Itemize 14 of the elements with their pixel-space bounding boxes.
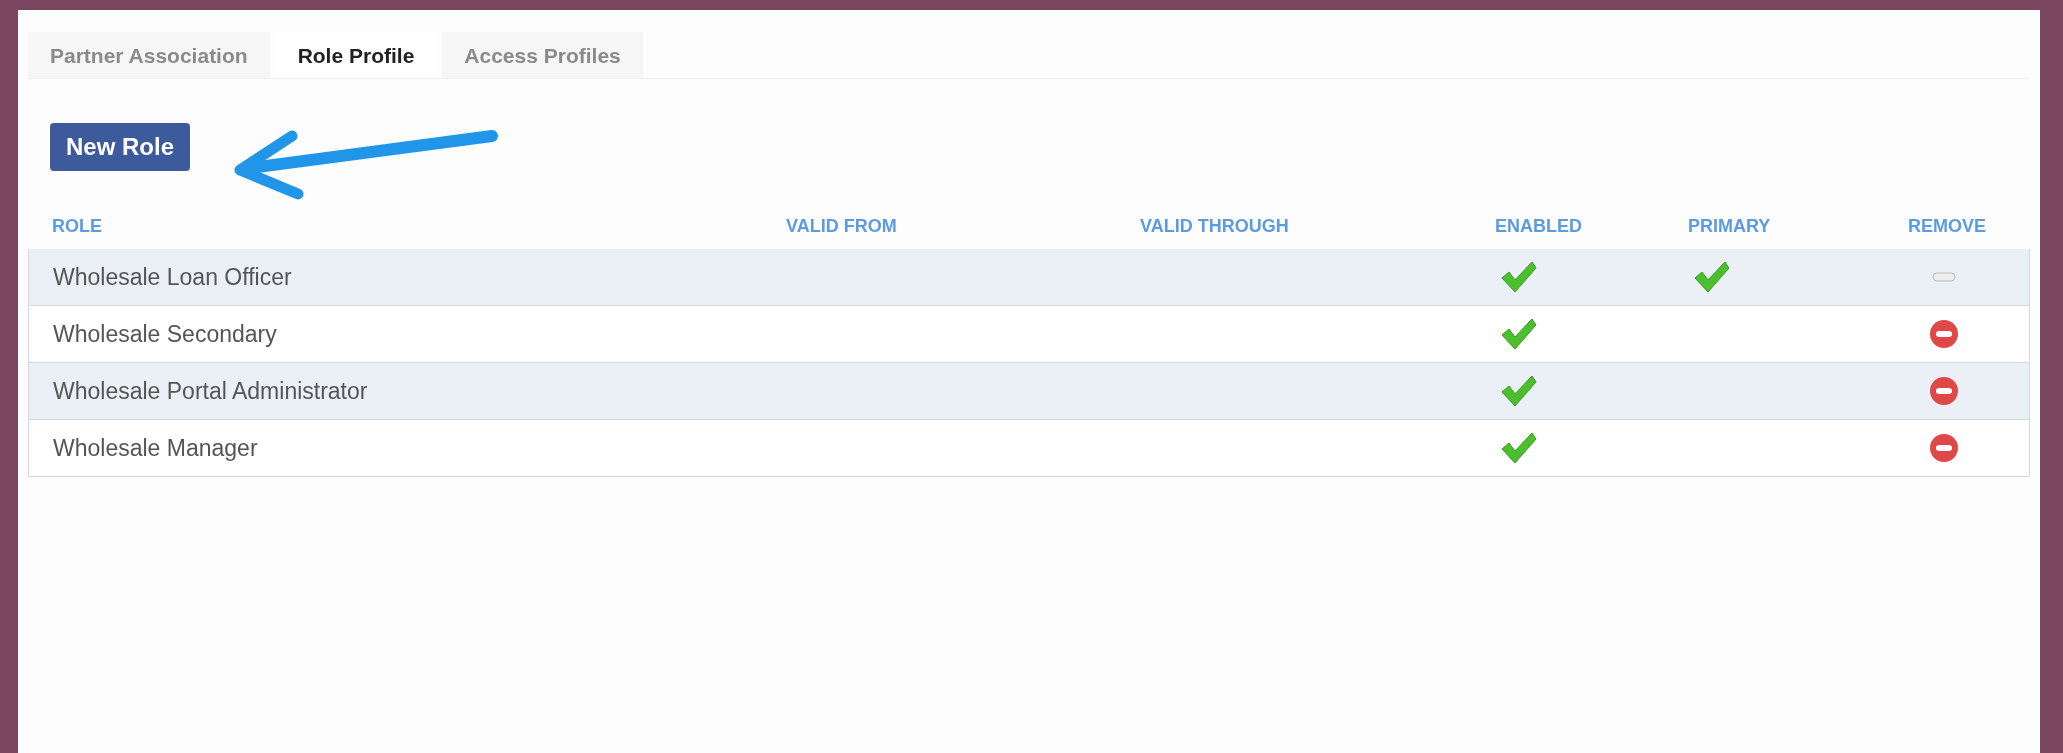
column-header: REMOVE (1907, 215, 1987, 237)
column-header: VALID FROM (785, 215, 898, 237)
column-header: PRIMARY (1687, 215, 1772, 237)
column-header: ENABLED (1494, 215, 1583, 237)
new-role-button[interactable]: New Role (50, 123, 191, 171)
column-header: VALID THROUGH (1139, 215, 1290, 237)
table-cell-text: Wholesale Secondary (52, 320, 278, 348)
remove-icon[interactable] (1929, 376, 1959, 406)
table-cell-text: Wholesale Loan Officer (52, 263, 293, 291)
column-header: ROLE (51, 215, 103, 237)
table-cell-text: Wholesale Portal Administrator (52, 377, 369, 405)
remove-icon[interactable] (1929, 319, 1959, 349)
table-cell-text: Wholesale Manager (52, 434, 259, 462)
remove-icon[interactable] (1929, 433, 1959, 463)
